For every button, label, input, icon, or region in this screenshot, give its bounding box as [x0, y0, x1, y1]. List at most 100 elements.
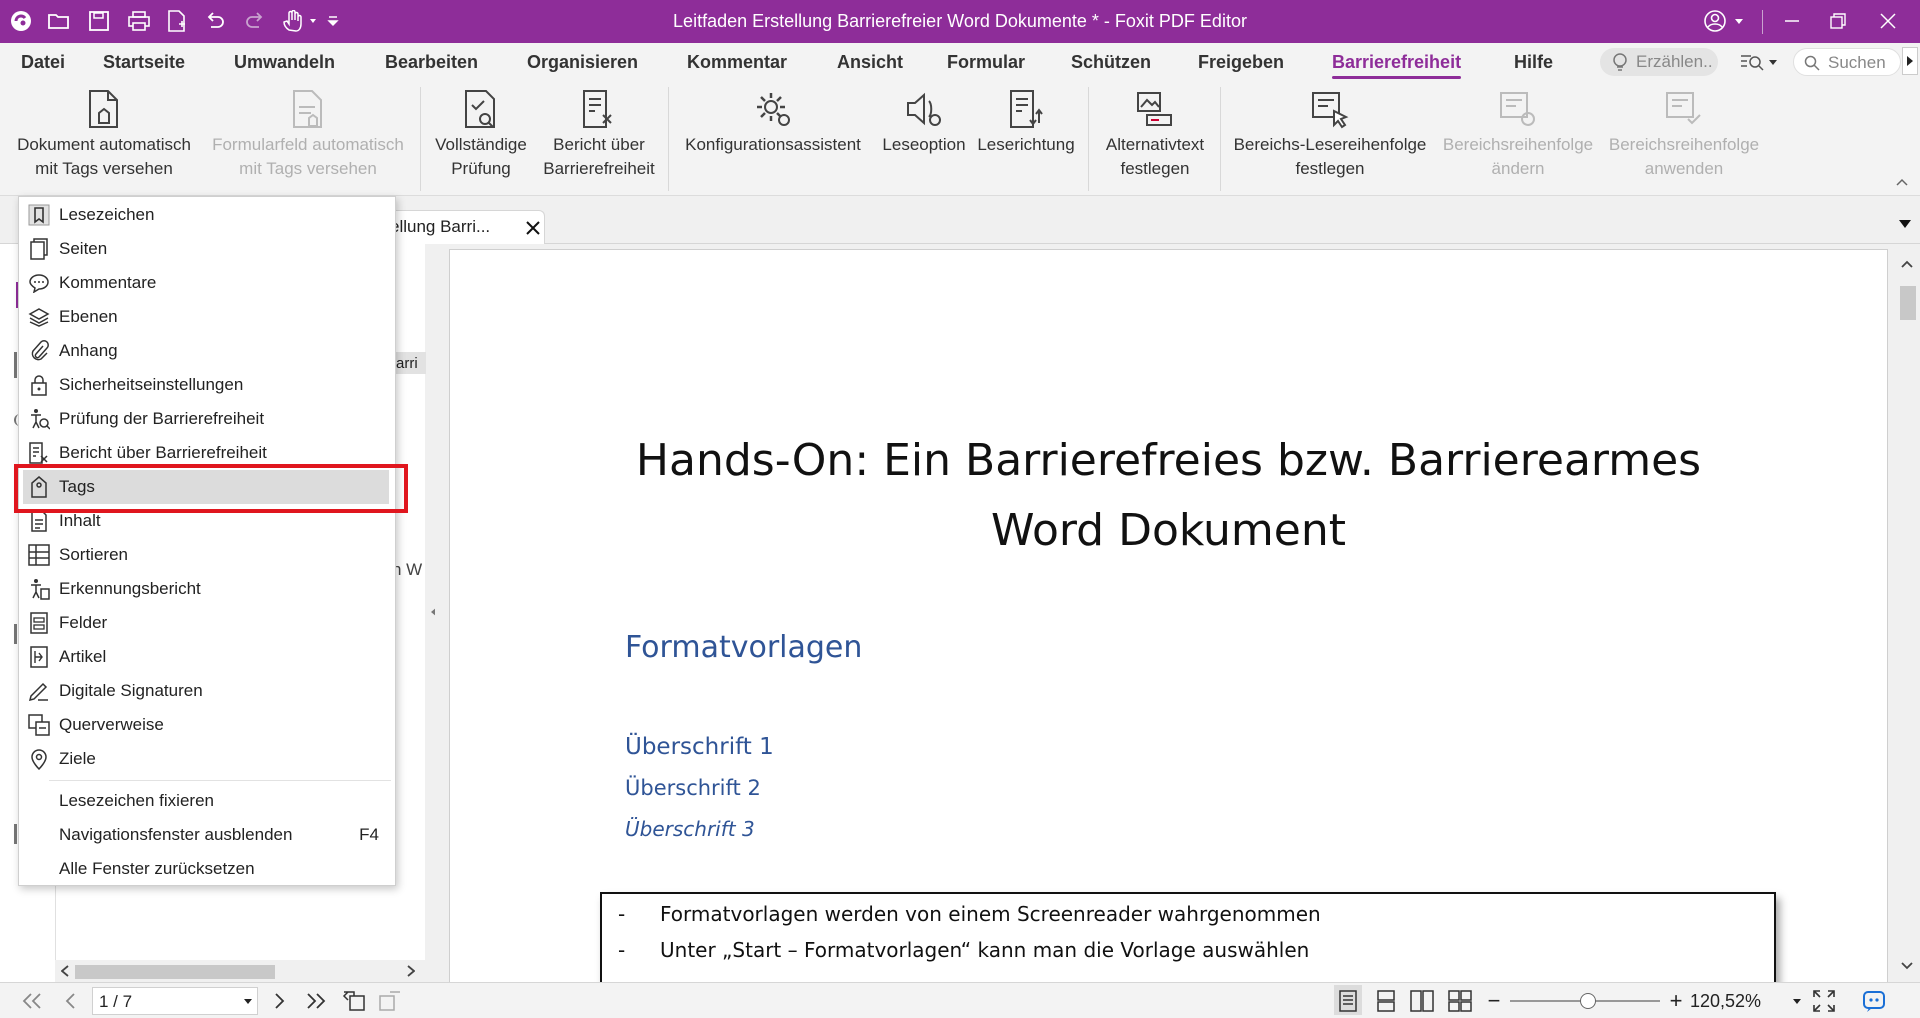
zoom-slider-knob[interactable] [1580, 993, 1596, 1009]
search-input[interactable]: Suchen [1793, 48, 1901, 76]
tab-datei[interactable]: Datei [21, 52, 65, 73]
alt-text-button[interactable]: Alternativtext festlegen [1092, 85, 1218, 181]
tab-formular[interactable]: Formular [947, 52, 1025, 73]
menu-item-erkennungsbericht[interactable]: Erkennungsbericht [19, 572, 395, 606]
highlight-annotation-box [14, 464, 408, 513]
fit-page-icon[interactable] [1812, 989, 1836, 1013]
change-region-order-button[interactable]: Bereichsreihenfolge ändern [1436, 85, 1600, 181]
menu-item-digitale-signaturen[interactable]: Digitale Signaturen [19, 674, 395, 708]
ribbon-tab-bar: Datei Startseite Umwandeln Bearbeiten Or… [0, 43, 1920, 81]
menu-item-felder[interactable]: Felder [19, 606, 395, 640]
last-page-icon[interactable] [304, 989, 328, 1013]
document-scrollbar-thumb[interactable] [1900, 286, 1916, 320]
document-viewport[interactable]: Hands-On: Ein Barrierefreies bzw. Barrie… [435, 244, 1895, 982]
auto-tag-form-field-button[interactable]: Formularfeld automatisch mit Tags verseh… [205, 85, 411, 181]
menu-item-seiten[interactable]: Seiten [19, 232, 395, 266]
scroll-right-icon[interactable] [407, 965, 415, 977]
apply-region-order-button[interactable]: Bereichsreihenfolge anwenden [1602, 85, 1766, 181]
continuous-view-icon[interactable] [1374, 989, 1398, 1013]
tab-umwandeln[interactable]: Umwandeln [234, 52, 335, 73]
single-page-view-icon[interactable] [1336, 989, 1360, 1013]
setup-assistant-label: Konfigurationsassistent [685, 135, 861, 154]
set-reading-order-button[interactable]: Bereichs-Lesereihenfolge festlegen [1228, 85, 1432, 181]
tab-startseite[interactable]: Startseite [103, 52, 185, 73]
page-number-value: 1 / 7 [99, 992, 133, 1011]
ribbon-separator [668, 87, 669, 191]
menu-item-sicherheitseinstellungen[interactable]: Sicherheitseinstellungen [19, 368, 395, 402]
pdf-page[interactable]: Hands-On: Ein Barrierefreies bzw. Barrie… [450, 250, 1887, 982]
tell-me-field[interactable]: Erzählen.. [1600, 48, 1718, 76]
close-tab-icon[interactable] [526, 221, 540, 235]
menu-item-querverweise[interactable]: Querverweise [19, 708, 395, 742]
auto-tag-form-field-label-1: Formularfeld automatisch [212, 135, 404, 154]
document-tab[interactable]: ellung Barri... [385, 210, 545, 244]
menu-item-pruefung-barrierefreiheit[interactable]: Prüfung der Barrierefreiheit [19, 402, 395, 436]
tab-ansicht[interactable]: Ansicht [837, 52, 903, 73]
zoom-level-value[interactable]: 120,52% [1690, 991, 1761, 1012]
previous-page-icon[interactable] [58, 989, 82, 1013]
change-region-order-label-2: ändern [1491, 159, 1545, 178]
setup-assistant-button[interactable]: Konfigurationsassistent [678, 85, 868, 157]
scroll-down-icon[interactable] [1901, 962, 1913, 970]
minimize-icon[interactable] [1772, 6, 1812, 36]
apply-order-icon [1602, 85, 1766, 133]
next-view-icon[interactable] [378, 989, 402, 1013]
account-icon[interactable] [1698, 6, 1752, 36]
full-check-icon [428, 85, 534, 133]
full-check-button[interactable]: Vollständige Prüfung [428, 85, 534, 181]
collapse-ribbon-icon[interactable] [1894, 175, 1910, 189]
menu-separator [49, 780, 391, 781]
document-vertical-scrollbar[interactable] [1895, 244, 1920, 982]
restore-icon[interactable] [1818, 6, 1858, 36]
facing-view-icon[interactable] [1410, 989, 1434, 1013]
menu-item-navigationsfenster-ausblenden[interactable]: Navigationsfenster ausblenden F4 [19, 818, 395, 852]
next-page-icon[interactable] [268, 989, 292, 1013]
menu-item-alle-fenster-zuruecksetzen[interactable]: Alle Fenster zurücksetzen [19, 852, 395, 886]
page-number-input[interactable]: 1 / 7 [92, 987, 258, 1015]
nav-scrollbar-thumb[interactable] [75, 965, 275, 979]
reading-direction-button[interactable]: Leserichtung [974, 85, 1078, 157]
tab-hilfe[interactable]: Hilfe [1514, 52, 1553, 73]
menu-item-anhang[interactable]: Anhang [19, 334, 395, 368]
nav-tree-text: n W [392, 560, 423, 579]
menu-item-ziele[interactable]: Ziele [19, 742, 395, 776]
nav-horizontal-scrollbar[interactable] [55, 960, 425, 982]
menu-item-lesezeichen[interactable]: Lesezeichen [19, 198, 395, 232]
auto-tag-document-button[interactable]: Dokument automatisch mit Tags versehen [8, 85, 200, 181]
zoom-out-button[interactable]: − [1482, 988, 1506, 1013]
scroll-up-icon[interactable] [1901, 260, 1913, 268]
tab-barrierefreiheit[interactable]: Barrierefreiheit [1332, 52, 1462, 79]
nav-tree-item[interactable]: arri [396, 352, 426, 374]
tab-schuetzen[interactable]: Schützen [1071, 52, 1151, 73]
menu-item-lesezeichen-fixieren[interactable]: Lesezeichen fixieren [19, 784, 395, 818]
menu-item-ebenen[interactable]: Ebenen [19, 300, 395, 334]
reading-direction-icon [974, 85, 1078, 133]
previous-view-icon[interactable] [342, 989, 366, 1013]
window-title: Leitfaden Erstellung Barrierefreier Word… [673, 11, 1247, 31]
chat-assistant-icon[interactable] [1862, 989, 1886, 1013]
close-icon[interactable] [1868, 6, 1908, 36]
tab-kommentar[interactable]: Kommentar [687, 52, 787, 73]
read-options-label: Leseoption [882, 135, 966, 154]
page-dropdown-icon[interactable] [243, 998, 253, 1005]
scroll-left-icon[interactable] [61, 965, 69, 977]
alt-text-label-2: festlegen [1120, 159, 1190, 178]
menu-item-kommentare[interactable]: Kommentare [19, 266, 395, 300]
continuous-facing-view-icon[interactable] [1448, 989, 1472, 1013]
zoom-in-button[interactable]: + [1664, 988, 1688, 1013]
read-options-button[interactable]: Leseoption [874, 85, 974, 157]
apply-region-order-label-1: Bereichsreihenfolge [1608, 135, 1760, 154]
accessibility-report-button[interactable]: Bericht über Barrierefreiheit [536, 85, 662, 181]
menu-item-artikel[interactable]: Artikel [19, 640, 395, 674]
first-page-icon[interactable] [20, 989, 44, 1013]
ribbon-scroll-right-icon[interactable] [1902, 47, 1918, 75]
tab-list-dropdown-icon[interactable] [1898, 214, 1912, 228]
search-options-icon[interactable] [1736, 49, 1782, 75]
apply-region-order-label-2: anwenden [1644, 159, 1724, 178]
zoom-dropdown-icon[interactable] [1792, 998, 1802, 1005]
menu-item-sortieren[interactable]: Sortieren [19, 538, 395, 572]
document-title-line-1: Hands-On: Ein Barrierefreies bzw. Barrie… [635, 435, 1702, 486]
tab-organisieren[interactable]: Organisieren [527, 52, 638, 73]
tab-bearbeiten[interactable]: Bearbeiten [385, 52, 478, 73]
tab-freigeben[interactable]: Freigeben [1198, 52, 1284, 73]
